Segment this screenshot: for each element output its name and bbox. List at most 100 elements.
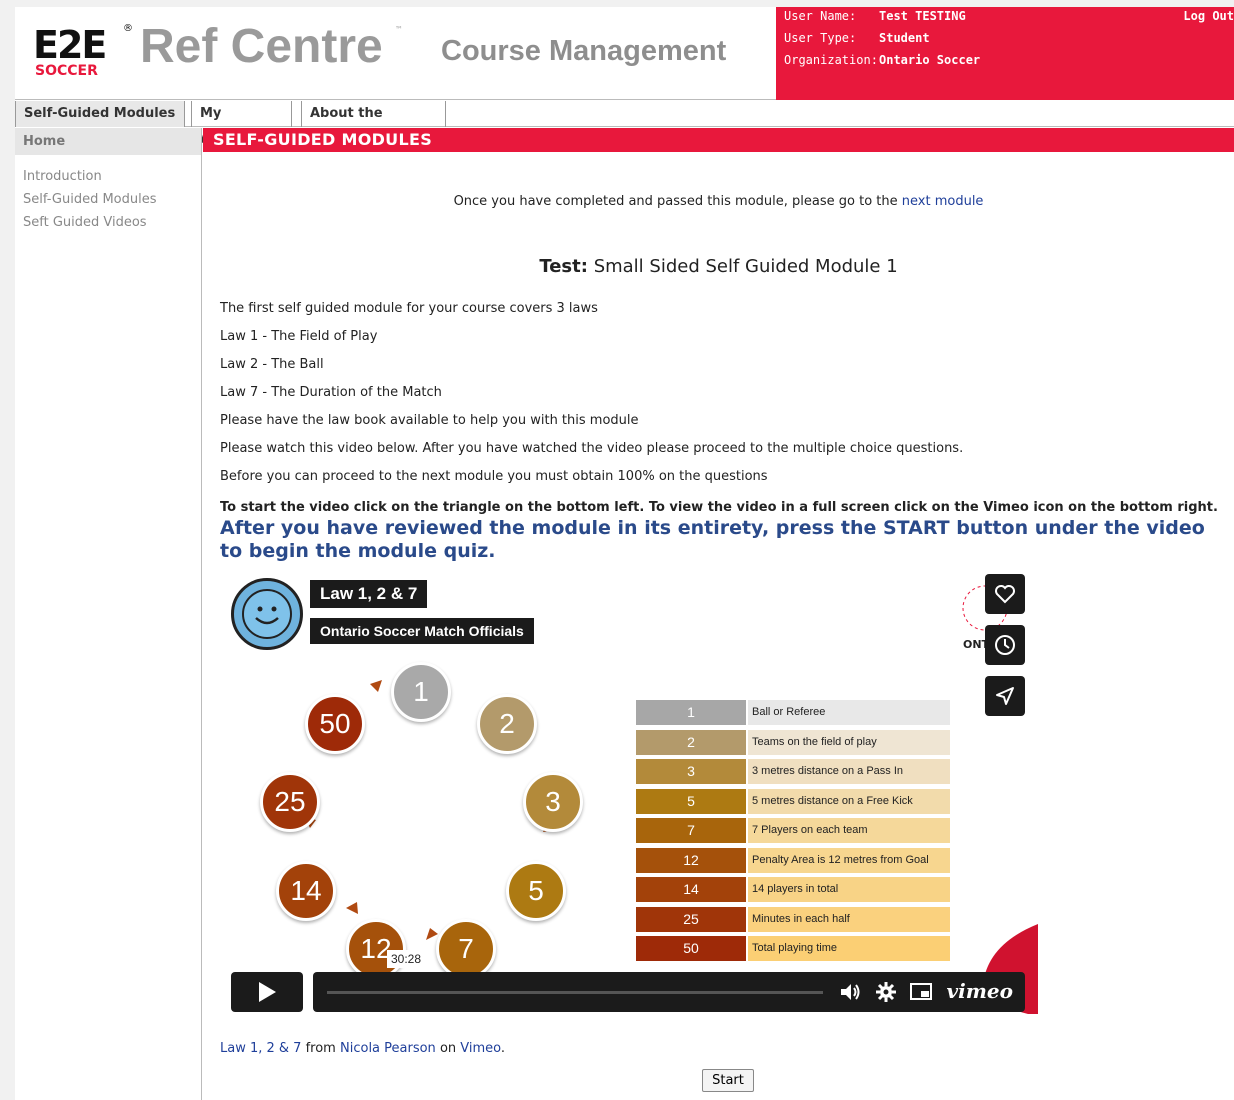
sidebar-item-introduction[interactable]: Introduction — [23, 169, 201, 192]
bubble: 7 — [436, 919, 496, 979]
top-nav-tabs: Self-Guided Modules My Account About the… — [15, 101, 1234, 147]
info-line: Please have the law book available to he… — [220, 413, 639, 428]
legend-number: 25 — [636, 906, 746, 932]
legend-number: 2 — [636, 729, 746, 755]
tab-self-guided-modules[interactable]: Self-Guided Modules — [15, 101, 185, 127]
video-instructions: To start the video click on the triangle… — [220, 500, 1218, 562]
info-line: Law 2 - The Ball — [220, 357, 324, 372]
user-type: Student — [879, 31, 930, 45]
legend-text: 14 players in total — [748, 877, 950, 902]
info-line: The first self guided module for your co… — [220, 301, 598, 316]
user-name-label: User Name: — [784, 9, 857, 23]
author-link[interactable]: Nicola Pearson — [340, 1041, 436, 1056]
smiley-icon — [242, 589, 292, 639]
video-byline[interactable]: Ontario Soccer Match Officials — [310, 618, 534, 644]
bubble: 25 — [260, 772, 320, 832]
info-line: Law 7 - The Duration of the Match — [220, 385, 442, 400]
bubble: 50 — [305, 694, 365, 754]
bubble: 1 — [391, 662, 451, 722]
vimeo-video-player[interactable]: Law 1, 2 & 7 Ontario Soccer Match Offici… — [218, 564, 1038, 1016]
bubble: 5 — [506, 861, 566, 921]
main-content: SELF-GUIDED MODULES Once you have comple… — [203, 128, 1234, 1100]
user-type-label: User Type: — [784, 31, 857, 45]
test-name: Small Sided Self Guided Module 1 — [593, 256, 898, 277]
legend-text: Ball or Referee — [748, 700, 950, 725]
brand-subtitle: Course Management — [441, 35, 727, 67]
legend-row: 50 Total playing time — [636, 936, 952, 961]
quiz-instruction: After you have reviewed the module in it… — [220, 517, 1205, 562]
bubble: 2 — [477, 694, 537, 754]
legend-text: 3 metres distance on a Pass In — [748, 759, 950, 784]
video-timecode: 30:28 — [387, 950, 426, 968]
channel-avatar[interactable] — [231, 578, 303, 650]
bubble: 3 — [523, 772, 583, 832]
legend-row: 1 Ball or Referee — [636, 700, 952, 725]
like-button[interactable] — [985, 574, 1025, 614]
legend-number: 14 — [636, 877, 746, 902]
legend-row: 14 14 players in total — [636, 877, 952, 902]
legend-number: 3 — [636, 759, 746, 784]
user-name: Test TESTING — [879, 9, 966, 23]
legend-text: Teams on the field of play — [748, 729, 950, 755]
play-button[interactable] — [231, 972, 303, 1012]
sidebar-item-self-guided-modules[interactable]: Self-Guided Modules — [23, 192, 201, 215]
legend-row: 25 Minutes in each half — [636, 906, 952, 932]
laws-number-legend: 1 Ball or Referee 2 Teams on the field of p… — [636, 700, 952, 966]
legend-number: 5 — [636, 788, 746, 814]
legend-number: 12 — [636, 847, 746, 873]
next-module-link[interactable]: next module — [902, 194, 984, 209]
watch-later-button[interactable] — [985, 625, 1025, 665]
video-credits: Law 1, 2 & 7 from Nicola Pearson on Vime… — [220, 1041, 506, 1056]
tab-about-the-course[interactable]: About the Course — [301, 101, 446, 147]
play-icon — [259, 982, 276, 1002]
brand-trademark: ™ — [395, 25, 403, 34]
site-header: E2E ® SOCCER Ref Centre ™ Course Managem… — [15, 7, 1234, 100]
legend-row: 2 Teams on the field of play — [636, 729, 952, 755]
gear-icon[interactable] — [875, 981, 897, 1003]
legend-text: Total playing time — [748, 936, 950, 961]
volume-icon[interactable] — [839, 981, 861, 1003]
page: E2E ® SOCCER Ref Centre ™ Course Managem… — [15, 7, 1234, 1100]
progress-track[interactable] — [327, 991, 823, 994]
e2e-soccer-logo[interactable]: E2E ® SOCCER — [33, 23, 145, 81]
video-link[interactable]: Law 1, 2 & 7 — [220, 1041, 301, 1056]
bubble: 14 — [276, 861, 336, 921]
info-line: Law 1 - The Field of Play — [220, 329, 378, 344]
vimeo-link[interactable]: Vimeo — [460, 1041, 501, 1056]
legend-row: 12Penalty Area is 12 metres from Goal Li… — [636, 847, 952, 891]
organization: Ontario Soccer — [879, 53, 981, 67]
info-line: Please watch this video below. After you… — [220, 441, 964, 456]
sidebar-home[interactable]: Home — [15, 128, 201, 155]
legend-number: 50 — [636, 936, 746, 961]
logout-link[interactable]: Log Out — [1183, 9, 1234, 23]
control-bar: 30:28 vimeo — [313, 950, 1025, 1012]
legend-row: 55 metres distance on a Free Kick — [636, 788, 952, 814]
test-title: Test: Small Sided Self Guided Module 1 — [203, 256, 1234, 277]
bubble: 12 — [346, 919, 406, 979]
video-title[interactable]: Law 1, 2 & 7 — [310, 580, 428, 608]
legend-row: 33 metres distance on a Pass In — [636, 759, 952, 784]
clock-icon — [995, 635, 1015, 655]
legend-row: 77 Players on each team — [636, 818, 952, 843]
brand-title: Ref Centre — [140, 20, 383, 73]
legend-text: Minutes in each half — [748, 906, 950, 932]
legend-text: 5 metres distance on a Free Kick — [748, 788, 950, 814]
section-title: SELF-GUIDED MODULES — [203, 128, 1234, 152]
sidebar: Home Introduction Self-Guided Modules Se… — [15, 128, 202, 1100]
tab-my-account[interactable]: My Account — [191, 101, 292, 147]
video-controls: 30:28 vimeo — [231, 950, 1025, 1012]
logo-subtext: SOCCER — [35, 63, 98, 79]
start-quiz-button[interactable]: Start — [702, 1069, 754, 1092]
sidebar-item-guided-videos[interactable]: Seft Guided Videos — [23, 215, 201, 238]
send-icon — [996, 687, 1014, 705]
share-button[interactable] — [985, 676, 1025, 716]
vimeo-logo-button[interactable]: vimeo — [947, 979, 1013, 1003]
organization-label: Organization: — [784, 53, 878, 67]
pip-icon[interactable] — [910, 982, 934, 1002]
next-module-notice: Once you have completed and passed this … — [453, 194, 984, 209]
legend-number: 7 — [636, 818, 746, 843]
test-label: Test: — [539, 256, 588, 277]
logo-text: E2E — [33, 23, 107, 67]
legend-number: 1 — [636, 700, 746, 725]
heart-icon — [995, 585, 1015, 604]
